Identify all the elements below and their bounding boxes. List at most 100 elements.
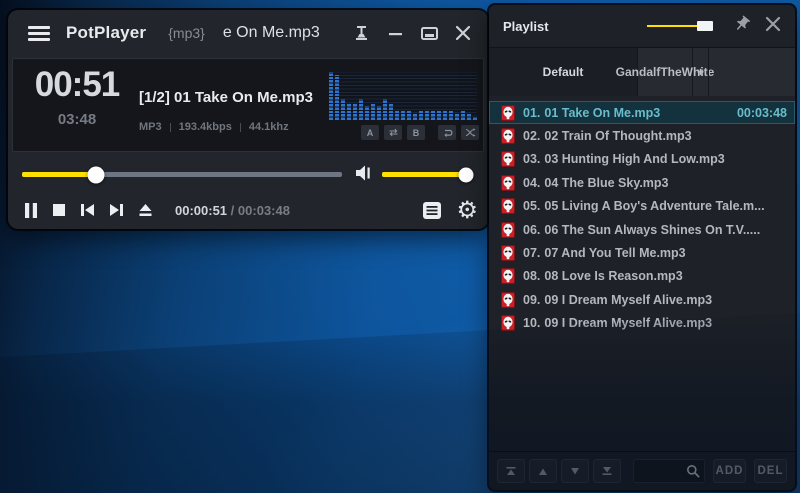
volume-fill [382,172,466,177]
spectrum-bar [377,106,381,120]
spectrum-bar [455,113,459,120]
track-number: 01. [523,106,540,120]
track-file-icon [501,198,515,214]
track-number: 08. [523,269,540,283]
spectrum-bar [473,117,477,120]
track-number: 06. [523,223,540,237]
add-button[interactable]: ADD [713,459,746,483]
spectrum-bar [407,110,411,120]
playlist-row[interactable]: 07. 07 And You Tell Me.mp3 [489,241,795,264]
playlist-row[interactable]: 09. 09 I Dream Myself Alive.mp3 [489,288,795,311]
transport-controls: 00:00:51 / 00:03:48 ⚙ [24,196,478,224]
spectrum-bar [467,113,471,120]
next-track-icon[interactable] [109,203,124,217]
spectrum-bar [389,103,393,120]
settings-gear-icon[interactable]: ⚙ [456,198,478,222]
playlist-tabs: DefaultGandalfTheWhite+ [489,47,795,96]
playlist-row[interactable]: 05. 05 Living A Boy's Adventure Tale.m..… [489,195,795,218]
duration-time-text: 00:03:48 [238,203,290,218]
codec-label: MP3 [139,121,162,133]
elapsed-time-large: 00:51 [21,65,133,105]
playlist-search-box[interactable] [633,459,705,483]
playlist-footer: ADD DEL [489,451,795,490]
track-name: 09 I Dream Myself Alive.mp3 [544,316,712,330]
loop-icon[interactable] [438,125,456,140]
track-title: [1/2] 01 Take On Me.mp3 [139,89,313,106]
playlist-row[interactable]: 06. 06 The Sun Always Shines On T.V..... [489,218,795,241]
minimize-icon[interactable] [384,22,406,44]
track-name: 03 Hunting High And Low.mp3 [544,152,724,166]
eject-icon[interactable] [138,203,153,217]
move-down-icon[interactable] [561,459,589,483]
track-name: 06 The Sun Always Shines On T.V..... [544,223,760,237]
track-name: 09 I Dream Myself Alive.mp3 [544,293,712,307]
playlist-row[interactable]: 08. 08 Love Is Reason.mp3 [489,265,795,288]
pause-icon[interactable] [24,202,38,219]
desktop-wallpaper: PotPlayer {mp3} e On Me.mp3 00:51 0 [0,0,800,493]
app-title: PotPlayer [66,23,146,43]
seek-bar[interactable] [22,172,342,177]
track-name: 08 Love Is Reason.mp3 [544,269,682,283]
playlist-row[interactable]: 04. 04 The Blue Sky.mp3 [489,171,795,194]
close-playlist-icon[interactable] [765,16,781,37]
spectrum-bar [425,110,429,120]
maximize-icon[interactable] [418,22,440,44]
track-name: 01 Take On Me.mp3 [544,106,660,120]
spectrum-bar [449,110,453,120]
shuffle-icon[interactable] [461,125,479,140]
close-icon[interactable] [452,22,474,44]
track-number: 07. [523,246,540,260]
track-file-icon [501,268,515,284]
track-file-icon [501,151,515,167]
spectrum-bar [359,99,363,120]
spectrum-bar [347,103,351,120]
move-top-icon[interactable] [497,459,525,483]
track-name: 07 And You Tell Me.mp3 [544,246,685,260]
meta-divider [240,123,241,132]
playlist-tab[interactable]: GandalfTheWhite [638,48,693,96]
title-format-tag: {mp3} [168,25,205,41]
del-button[interactable]: DEL [754,459,787,483]
opacity-slider-thumb[interactable] [697,21,713,31]
pin-playlist-icon[interactable] [733,15,751,38]
playlist-tab[interactable]: + [693,48,709,96]
repeat-icon[interactable] [384,125,402,140]
search-input[interactable] [638,464,686,478]
playlist-toggle-icon[interactable] [422,201,442,220]
spectrum-bar [371,103,375,120]
stream-meta: MP3 193.4kbps 44.1khz [139,121,289,133]
samplerate-label: 44.1khz [249,121,289,133]
track-name: 02 Train Of Thought.mp3 [544,129,691,143]
playlist-row[interactable]: 01. 01 Take On Me.mp3 00:03:48 [489,101,795,124]
spectrum-bar [365,106,369,120]
move-up-icon[interactable] [529,459,557,483]
track-file-icon [501,222,515,238]
spectrum-bar [431,110,435,120]
bitrate-label: 193.4kbps [179,121,232,133]
volume-thumb[interactable] [458,167,473,182]
audio-spectrum-visualizer [329,72,477,120]
title-marquee-filename: e On Me.mp3 [223,24,320,42]
seek-thumb[interactable] [87,166,104,183]
spectrum-bar [395,110,399,120]
ab-repeat-a-button[interactable]: A [361,125,379,140]
move-bottom-icon[interactable] [593,459,621,483]
spectrum-bar [419,110,423,120]
ab-repeat-b-button[interactable]: B [407,125,425,140]
track-file-icon [501,105,515,121]
stop-icon[interactable] [52,203,66,217]
always-on-top-icon[interactable] [350,22,372,44]
volume-icon [354,164,374,187]
previous-track-icon[interactable] [80,203,95,217]
playlist-opacity-slider[interactable] [647,21,715,31]
playlist-row[interactable]: 10. 09 I Dream Myself Alive.mp3 [489,312,795,335]
track-file-icon [501,315,515,331]
playlist-items: 01. 01 Take On Me.mp3 00:03:48 02. 02 Tr… [489,96,795,451]
playlist-row[interactable]: 03. 03 Hunting High And Low.mp3 [489,148,795,171]
title-bar: PotPlayer {mp3} e On Me.mp3 [8,10,488,56]
volume-bar[interactable] [382,172,470,177]
playlist-row[interactable]: 02. 02 Train Of Thought.mp3 [489,124,795,147]
playlist-header: Playlist [489,5,795,47]
menu-icon[interactable] [28,26,50,41]
spectrum-bar [383,99,387,120]
